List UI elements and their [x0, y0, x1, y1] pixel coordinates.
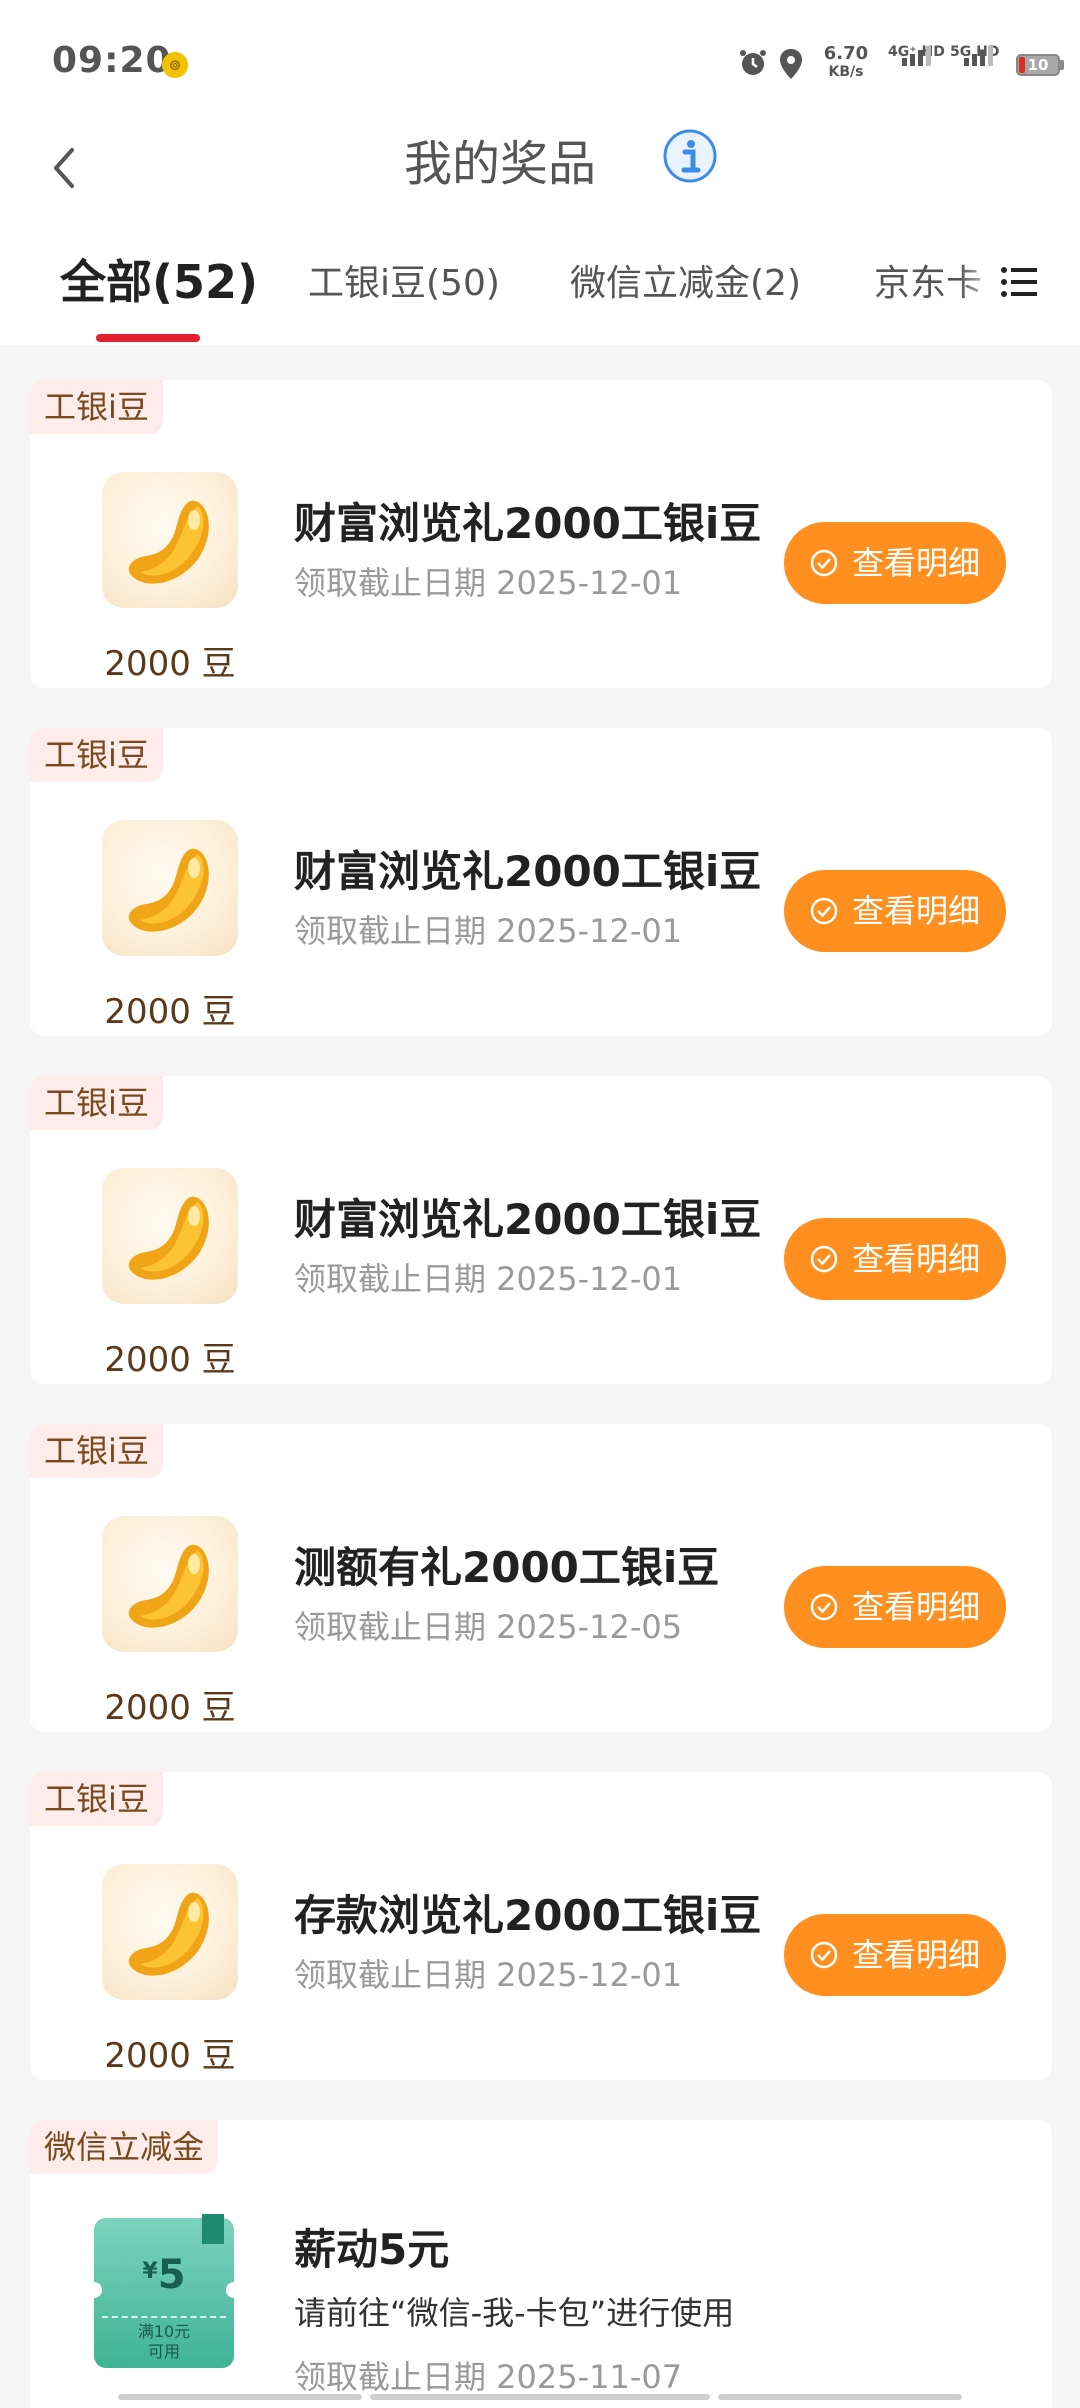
- prize-amount: 2000 豆: [104, 2036, 236, 2076]
- check-circle-icon: [810, 1245, 838, 1273]
- prize-type-tag: 工银i豆: [30, 1424, 163, 1478]
- prize-deadline: 领取截止日期 2025-12-01: [294, 1956, 683, 1994]
- check-circle-icon: [810, 1941, 838, 1969]
- prize-deadline: 领取截止日期 2025-12-01: [294, 564, 683, 602]
- alarm-icon: [740, 50, 766, 75]
- prize-title: 测额有礼2000工银i豆: [294, 1543, 720, 1592]
- voucher-ribbon-icon: [202, 2214, 224, 2244]
- prize-deadline: 领取截止日期 2025-12-01: [294, 912, 683, 950]
- prize-type-tag: 工银i豆: [30, 728, 163, 782]
- view-details-label: 查看明细: [852, 1588, 981, 1626]
- view-details-button[interactable]: 查看明细: [784, 1566, 1006, 1648]
- prize-card: 工银i豆 2000 豆 测额有礼2000工银i豆 领取截止日期 2025-12-…: [30, 1424, 1052, 1732]
- location-icon: [780, 49, 802, 79]
- prize-title: 财富浏览礼2000工银i豆: [294, 499, 762, 548]
- view-details-label: 查看明细: [852, 544, 981, 582]
- bean-icon: [128, 1544, 209, 1628]
- active-tab-indicator: [96, 334, 200, 342]
- list-menu-icon[interactable]: [1000, 260, 1040, 304]
- network-speed: 6.70 KB/s: [823, 43, 869, 81]
- prize-card: 工银i豆 2000 豆 财富浏览礼2000工银i豆 领取截止日期 2025-12…: [30, 380, 1052, 688]
- prize-type-tag: 工银i豆: [30, 380, 163, 434]
- bean-thumbnail: [102, 1516, 238, 1652]
- view-details-button[interactable]: 查看明细: [784, 1218, 1006, 1300]
- bean-thumbnail: [102, 472, 238, 608]
- prize-amount: 2000 豆: [104, 992, 236, 1032]
- prize-card: 工银i豆 2000 豆 财富浏览礼2000工银i豆 领取截止日期 2025-12…: [30, 1076, 1052, 1384]
- bottom-scroll-indicator: [118, 2394, 962, 2400]
- prize-type-tag: 工银i豆: [30, 1772, 163, 1826]
- info-icon[interactable]: [662, 128, 718, 184]
- prize-amount: 2000 豆: [104, 1340, 236, 1380]
- voucher-condition: 满10元 可用: [137, 2322, 191, 2361]
- page-title: 我的奖品: [403, 136, 596, 192]
- view-details-button[interactable]: 查看明细: [784, 522, 1006, 604]
- check-circle-icon: [810, 549, 838, 577]
- coin-notification-icon: ⊚: [162, 52, 188, 78]
- usage-instruction: 请前往“微信-我-卡包”进行使用: [294, 2294, 735, 2332]
- view-details-button[interactable]: 查看明细: [784, 870, 1006, 952]
- prize-type-tag: 微信立减金: [30, 2120, 219, 2174]
- voucher-amount: ¥5: [142, 2252, 186, 2298]
- battery-icon: 10: [1016, 54, 1060, 76]
- header-area: 09:20 ⊚ 6.70 KB/s 4G⁺ HD 5G HD 10 我的奖品 全…: [0, 0, 1080, 345]
- bean-icon: [128, 500, 209, 584]
- bean-icon: [128, 1196, 209, 1280]
- prize-deadline: 领取截止日期 2025-11-07: [294, 2358, 683, 2396]
- prize-deadline: 领取截止日期 2025-12-05: [294, 1608, 683, 1646]
- prize-title: 薪动5元: [294, 2225, 450, 2274]
- nav-bar: 我的奖品: [0, 120, 1080, 240]
- bean-thumbnail: [102, 1168, 238, 1304]
- prize-title: 财富浏览礼2000工银i豆: [294, 847, 762, 896]
- bean-icon: [128, 848, 209, 932]
- prize-card: 工银i豆 2000 豆 财富浏览礼2000工银i豆 领取截止日期 2025-12…: [30, 728, 1052, 1036]
- view-details-label: 查看明细: [852, 1240, 981, 1278]
- voucher-thumbnail: ¥5 满10元 可用: [86, 2214, 242, 2368]
- prize-type-tag: 工银i豆: [30, 1076, 163, 1130]
- tab-icbc-beans[interactable]: 工银i豆(50): [308, 254, 500, 306]
- status-bar: 09:20 ⊚ 6.70 KB/s 4G⁺ HD 5G HD 10: [0, 0, 1080, 126]
- prize-title: 存款浏览礼2000工银i豆: [294, 1891, 762, 1940]
- bean-icon: [128, 1892, 209, 1976]
- prize-card: 工银i豆 2000 豆 存款浏览礼2000工银i豆 领取截止日期 2025-12…: [30, 1772, 1052, 2080]
- wechat-voucher-card: 微信立减金 ¥5 满10元 可用 薪动5元 请前往“微信-我-卡包”进行使用 领…: [30, 2120, 1052, 2408]
- status-time: 09:20: [52, 40, 172, 81]
- view-details-label: 查看明细: [852, 892, 981, 930]
- view-details-button[interactable]: 查看明细: [784, 1914, 1006, 1996]
- signal-4g: 4G⁺ HD: [888, 44, 948, 66]
- tab-fade: [960, 240, 1000, 330]
- prize-amount: 2000 豆: [104, 644, 236, 684]
- bean-thumbnail: [102, 1864, 238, 2000]
- prize-amount: 2000 豆: [104, 1688, 236, 1728]
- prize-title: 财富浏览礼2000工银i豆: [294, 1195, 762, 1244]
- tab-all[interactable]: 全部(52): [60, 246, 258, 312]
- category-tabs: 全部(52) 工银i豆(50) 微信立减金(2) 京东卡: [0, 240, 1080, 345]
- bean-thumbnail: [102, 820, 238, 956]
- tab-wechat-voucher[interactable]: 微信立减金(2): [570, 254, 801, 306]
- check-circle-icon: [810, 1593, 838, 1621]
- prize-deadline: 领取截止日期 2025-12-01: [294, 1260, 683, 1298]
- view-details-label: 查看明细: [852, 1936, 981, 1974]
- signal-5g: 5G HD: [950, 44, 1010, 66]
- check-circle-icon: [810, 897, 838, 925]
